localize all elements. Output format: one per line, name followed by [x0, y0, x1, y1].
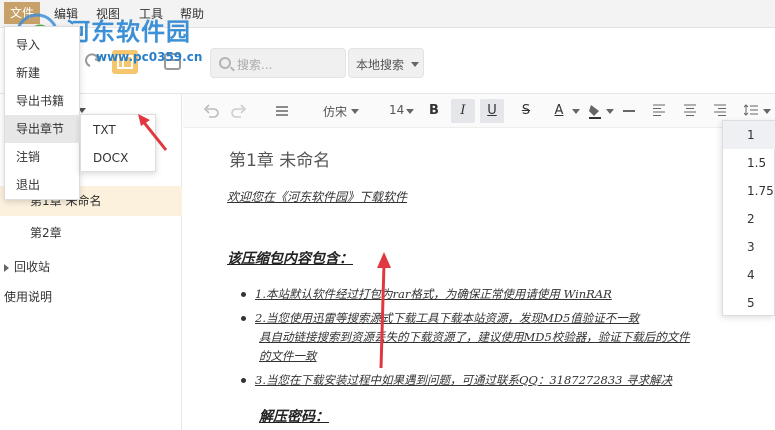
bullet-dot — [241, 378, 246, 383]
chevron-down-icon — [406, 109, 414, 114]
chevron-right-icon — [4, 264, 9, 272]
document-list-item: 1.本站默认软件经过打包为rar格式，为确保正常使用请使用 WinRAR — [255, 287, 612, 301]
search-placeholder: 搜索... — [237, 58, 273, 72]
align-right-icon[interactable] — [714, 104, 726, 116]
chevron-down-icon — [351, 109, 359, 114]
editor-area[interactable]: 第1章 未命名 欢迎您在《河东软件园》下载软件 该压缩包内容包含： 1.本站默认… — [183, 128, 775, 430]
font-size-select[interactable]: 14 — [389, 103, 404, 117]
menu-item-import[interactable]: 导入 — [5, 31, 81, 59]
document-list-item: 具自动链接搜索到资源丢失的下载资源了，建议使用MD5校验器，验证下载后的文件 — [259, 330, 690, 344]
chevron-down-icon — [572, 109, 580, 114]
chevron-down-icon — [411, 62, 419, 67]
bold-button[interactable]: B — [422, 99, 446, 123]
line-spacing-option[interactable]: 1.75 — [723, 177, 775, 205]
line-spacing-option[interactable]: 4 — [723, 261, 775, 289]
sidebar-item-recycle-bin[interactable]: 回收站 — [0, 252, 182, 282]
annotation-arrow-icon — [377, 252, 391, 369]
document-list-item: 的文件一致 — [259, 349, 317, 363]
underline-button[interactable]: U — [480, 99, 504, 123]
search-scope-select[interactable]: 本地搜索 — [348, 48, 424, 78]
line-spacing-option[interactable]: 5 — [723, 289, 775, 317]
menu-item-export-chapter[interactable]: 导出章节 — [5, 115, 81, 143]
horizontal-rule-icon[interactable] — [623, 110, 635, 112]
line-spacing-dropdown: 1 1.5 1.75 2 3 4 5 — [722, 120, 775, 316]
document-intro: 欢迎您在《河东软件园》下载软件 — [227, 190, 408, 204]
document-list-item: 2.当您使用迅雷等搜索源式下载工具下载本站资源，发现MD5值验证不一致 — [255, 311, 640, 325]
line-spacing-option[interactable]: 1 — [723, 121, 775, 149]
sidebar-item-help[interactable]: 使用说明 — [0, 282, 182, 312]
format-toolbar: 仿宋 14 B I U S A — [183, 94, 775, 128]
align-center-icon[interactable] — [684, 104, 696, 116]
recycle-bin-label: 回收站 — [14, 260, 51, 274]
file-menu-dropdown: 导入 新建 导出书籍 导出章节 注销 退出 — [4, 26, 81, 200]
line-spacing-option[interactable]: 3 — [723, 233, 775, 261]
italic-button[interactable]: I — [451, 99, 475, 123]
document-heading: 该压缩包内容包含： — [227, 251, 353, 267]
chevron-down-icon — [606, 109, 614, 114]
bullet-dot — [241, 316, 246, 321]
menu-item-new[interactable]: 新建 — [5, 59, 81, 87]
highlight-color-icon[interactable] — [588, 103, 602, 119]
search-scope-label: 本地搜索 — [356, 58, 405, 72]
document-list-item: 3.当您在下载安装过程中如果遇到问题，可通过联系QQ：3187272833 寻求… — [255, 373, 673, 387]
undo-icon[interactable] — [203, 104, 219, 118]
annotation-arrow-icon — [138, 114, 168, 151]
align-left-icon[interactable] — [653, 104, 665, 116]
strikethrough-button[interactable]: S — [514, 99, 538, 123]
line-spacing-option[interactable]: 2 — [723, 205, 775, 233]
search-box[interactable]: 搜索... — [210, 48, 346, 78]
redo-icon[interactable] — [231, 104, 247, 118]
sidebar-item-chapter-2[interactable]: 第2章 — [0, 218, 182, 248]
document-subheading: 解压密码： — [259, 409, 329, 425]
font-color-button[interactable]: A — [547, 99, 571, 123]
chevron-down-icon — [763, 109, 771, 114]
watermark-url: www.pc0359.cn — [96, 50, 203, 64]
chapter-label: 第2章 — [30, 226, 62, 240]
watermark-title: 河东软件园 — [66, 17, 191, 46]
help-label: 使用说明 — [4, 290, 53, 304]
menu-item-exit[interactable]: 退出 — [5, 171, 81, 199]
bullet-dot — [241, 292, 246, 297]
font-family-select[interactable]: 仿宋 — [323, 103, 347, 120]
line-spacing-option[interactable]: 1.5 — [723, 149, 775, 177]
line-spacing-icon[interactable] — [744, 103, 758, 117]
search-icon — [219, 57, 231, 69]
menu-item-logout[interactable]: 注销 — [5, 143, 81, 171]
paragraph-list-icon[interactable] — [275, 104, 289, 118]
menu-item-export-book[interactable]: 导出书籍 — [5, 87, 81, 115]
document-title: 第1章 未命名 — [229, 151, 331, 171]
